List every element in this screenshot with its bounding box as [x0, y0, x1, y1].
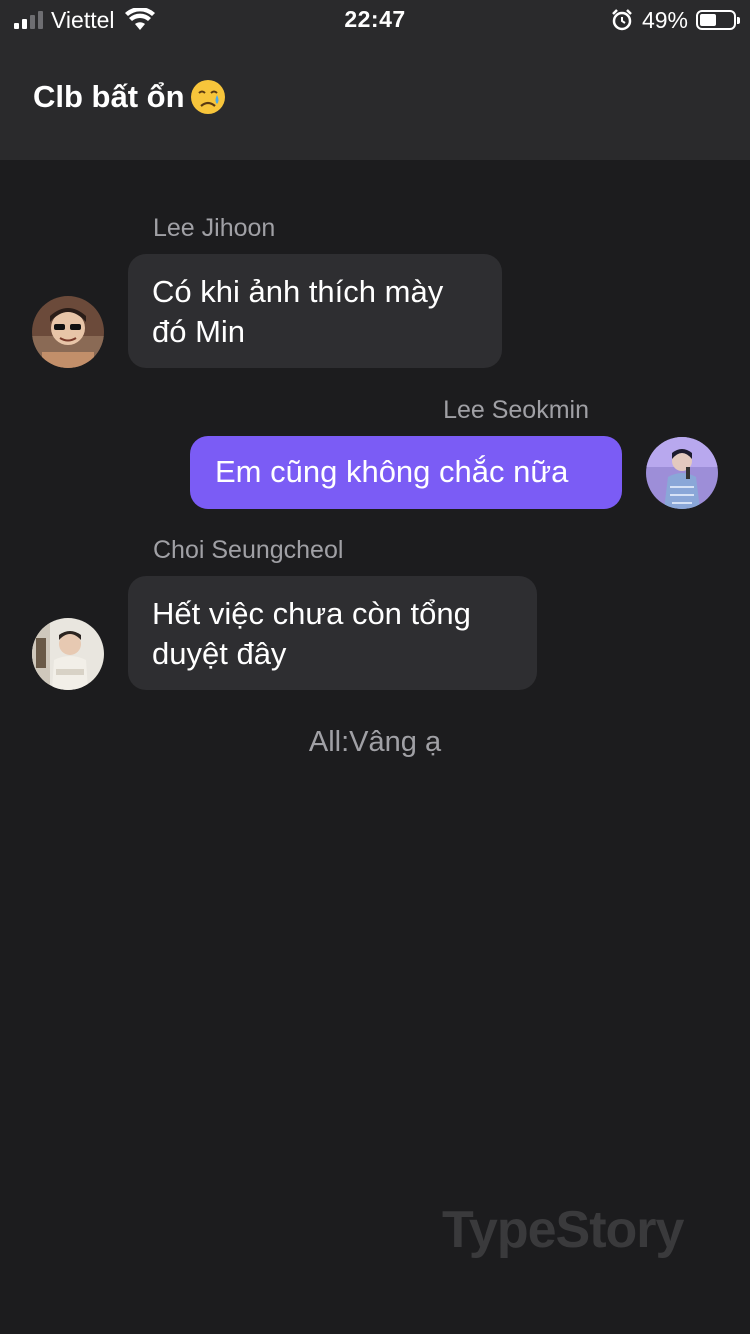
battery-icon — [696, 10, 740, 30]
avatar-image — [32, 618, 104, 690]
chat-title: Clb bất ổn — [33, 78, 227, 116]
avatar-choi-seungcheol[interactable] — [32, 618, 104, 690]
chat-title-text: Clb bất ổn — [33, 79, 185, 114]
message-bubble[interactable]: Em cũng không chắc nữa — [190, 436, 622, 509]
message-bubble[interactable]: Hết việc chưa còn tổng duyệt đây — [128, 576, 537, 690]
sender-name: Lee Seokmin — [443, 396, 589, 424]
alarm-icon — [612, 9, 632, 31]
avatar-image — [32, 296, 104, 368]
typestory-watermark: TypeStory — [442, 1201, 684, 1259]
status-right: 49% — [610, 6, 740, 34]
message-line: đó Min — [152, 314, 246, 349]
crying-face-emoji-icon — [190, 80, 225, 114]
message-line: duyệt đây — [152, 636, 287, 671]
battery-fill — [700, 14, 716, 26]
avatar-image — [646, 437, 718, 509]
sender-name: Choi Seungcheol — [153, 536, 344, 564]
message-bubble[interactable]: Có khi ảnh thích mày đó Min — [128, 254, 502, 368]
message-line: Em cũng không chắc nữa — [215, 454, 569, 489]
system-message: All:Vâng ạ — [308, 726, 442, 758]
avatar-lee-seokmin[interactable] — [646, 437, 718, 509]
sender-name: Lee Jihoon — [153, 214, 276, 242]
message-line: Có khi ảnh thích mày — [152, 274, 444, 309]
chat-header: Clb bất ổn — [0, 40, 750, 160]
message-line: Hết việc chưa còn tổng — [152, 596, 471, 631]
status-bar: Viettel 22:47 49% — [0, 0, 750, 40]
battery-percent: 49% — [641, 6, 688, 33]
avatar-lee-jihoon[interactable] — [32, 296, 104, 368]
